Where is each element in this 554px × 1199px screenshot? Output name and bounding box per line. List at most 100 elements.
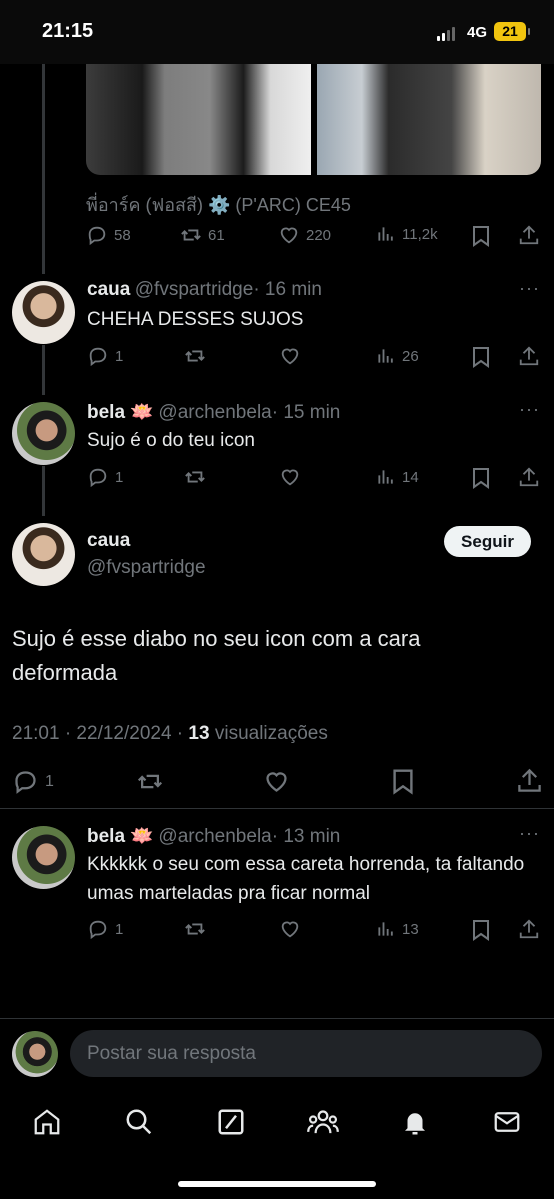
reply-icon xyxy=(89,468,107,488)
views-icon xyxy=(378,470,393,484)
bookmark-icon[interactable] xyxy=(471,919,491,941)
bookmark-icon[interactable] xyxy=(471,346,491,368)
bookmark-icon[interactable] xyxy=(471,225,491,247)
messages-icon[interactable] xyxy=(492,1107,522,1137)
reply-button[interactable]: 1 xyxy=(87,466,123,488)
avatar[interactable] xyxy=(12,281,75,344)
reply-button[interactable]: 58 xyxy=(86,224,131,246)
author-handle[interactable]: @fvspartridge xyxy=(135,279,254,300)
post-time: · 15 min xyxy=(271,402,341,423)
divider xyxy=(0,1018,554,1019)
follow-button[interactable]: Seguir xyxy=(444,526,531,557)
retweet-icon[interactable] xyxy=(184,918,206,940)
reply-count: 58 xyxy=(114,226,131,244)
thread-line xyxy=(42,466,45,516)
retweet-icon xyxy=(181,229,201,241)
retweet-icon[interactable] xyxy=(136,768,164,795)
views-label: visualizações xyxy=(209,723,328,744)
views-icon xyxy=(378,922,393,936)
more-icon[interactable]: ··· xyxy=(519,278,540,299)
author-handle[interactable]: @archenbela xyxy=(158,826,271,847)
reply-header: bela 🪷 @archenbela· 15 min xyxy=(87,400,340,424)
post-time: · 16 min xyxy=(253,279,322,300)
tweet-meta: 21:01 · 22/12/2024 · 13 visualizações xyxy=(12,723,328,745)
notifications-icon[interactable] xyxy=(400,1107,430,1137)
author-handle[interactable]: @archenbela xyxy=(158,402,271,423)
author-name[interactable]: caua xyxy=(87,530,130,552)
avatar[interactable] xyxy=(12,523,75,586)
tweet-image-right[interactable] xyxy=(317,64,541,175)
views-button[interactable]: 26 xyxy=(376,346,419,366)
reply-icon xyxy=(89,920,107,940)
views-count: 11,2k xyxy=(402,225,438,243)
views-button[interactable]: 11,2k xyxy=(376,224,438,244)
reply-count: 1 xyxy=(45,772,54,790)
home-icon[interactable] xyxy=(32,1107,62,1137)
communities-icon[interactable] xyxy=(307,1107,339,1137)
reply-count: 1 xyxy=(115,468,124,486)
network-type: 4G xyxy=(467,24,488,41)
reply-count: 1 xyxy=(115,920,124,938)
retweet-icon[interactable] xyxy=(184,466,206,488)
heart-icon[interactable] xyxy=(263,768,290,795)
avatar[interactable] xyxy=(12,402,75,465)
reply-icon xyxy=(15,771,36,794)
tweet-image-left[interactable] xyxy=(86,64,311,175)
retweet-icon[interactable] xyxy=(184,345,206,367)
reply-button[interactable]: 1 xyxy=(87,345,123,367)
reply-icon xyxy=(89,347,107,367)
reply-button[interactable]: 1 xyxy=(87,918,123,940)
reply-input[interactable]: Postar sua resposta xyxy=(70,1030,542,1077)
views-count: 13 xyxy=(188,723,210,744)
like-count: 220 xyxy=(306,226,332,244)
divider xyxy=(0,808,554,809)
bookmark-icon[interactable] xyxy=(391,768,415,795)
search-icon[interactable] xyxy=(124,1107,154,1137)
more-icon[interactable]: ··· xyxy=(519,823,540,844)
author-handle[interactable]: @fvspartridge xyxy=(87,557,206,579)
thread-line xyxy=(42,64,45,274)
reply-count: 1 xyxy=(115,347,124,365)
tweet-timestamp: 21:01 · 22/12/2024 · xyxy=(12,723,189,744)
bookmark-icon[interactable] xyxy=(471,467,491,489)
reply-text: Kkkkkk o seu com essa careta horrenda, t… xyxy=(87,854,525,904)
signal-icon xyxy=(437,25,455,41)
thread-line xyxy=(42,345,45,395)
more-icon[interactable]: ··· xyxy=(519,399,540,420)
composer-avatar[interactable] xyxy=(12,1031,58,1077)
author-name[interactable]: bela 🪷 xyxy=(87,402,154,423)
avatar[interactable] xyxy=(12,826,75,889)
home-indicator xyxy=(178,1181,376,1187)
retweet-button[interactable]: 61 xyxy=(180,224,225,246)
views-count: 14 xyxy=(402,468,419,486)
like-button[interactable]: 220 xyxy=(278,224,331,246)
heart-icon[interactable] xyxy=(279,466,301,488)
reply-text: Sujo é o do teu icon xyxy=(87,430,255,451)
share-icon[interactable] xyxy=(518,345,540,367)
reply-header: caua @fvspartridge· 16 min xyxy=(87,279,322,301)
post-time: · 13 min xyxy=(271,826,341,847)
share-icon[interactable] xyxy=(518,224,540,246)
status-bar: 21:15 4G 21 xyxy=(0,0,554,64)
grok-icon[interactable] xyxy=(216,1107,246,1137)
share-icon[interactable] xyxy=(516,767,543,794)
views-icon xyxy=(378,349,393,363)
heart-icon[interactable] xyxy=(279,345,301,367)
reply-button[interactable]: 1 xyxy=(12,768,54,795)
views-count: 26 xyxy=(402,347,419,365)
retweet-count: 61 xyxy=(208,226,225,244)
reply-header: bela 🪷 @archenbela· 13 min xyxy=(87,824,340,848)
views-count: 13 xyxy=(402,920,419,938)
views-button[interactable]: 13 xyxy=(376,919,419,939)
tweet-text: Sujo é esse diabo no seu icon com a cara… xyxy=(12,626,421,685)
author-name[interactable]: bela 🪷 xyxy=(87,826,154,847)
original-author[interactable]: พี่อาร์ค (ฟอสสี) ⚙️ (P'ARC) CE45 xyxy=(86,190,351,219)
reply-icon xyxy=(88,226,106,246)
heart-icon[interactable] xyxy=(279,918,301,940)
heart-icon xyxy=(280,227,298,244)
author-name[interactable]: caua xyxy=(87,279,130,300)
share-icon[interactable] xyxy=(518,466,540,488)
share-icon[interactable] xyxy=(518,918,540,940)
status-time: 21:15 xyxy=(42,20,94,42)
views-button[interactable]: 14 xyxy=(376,467,419,487)
